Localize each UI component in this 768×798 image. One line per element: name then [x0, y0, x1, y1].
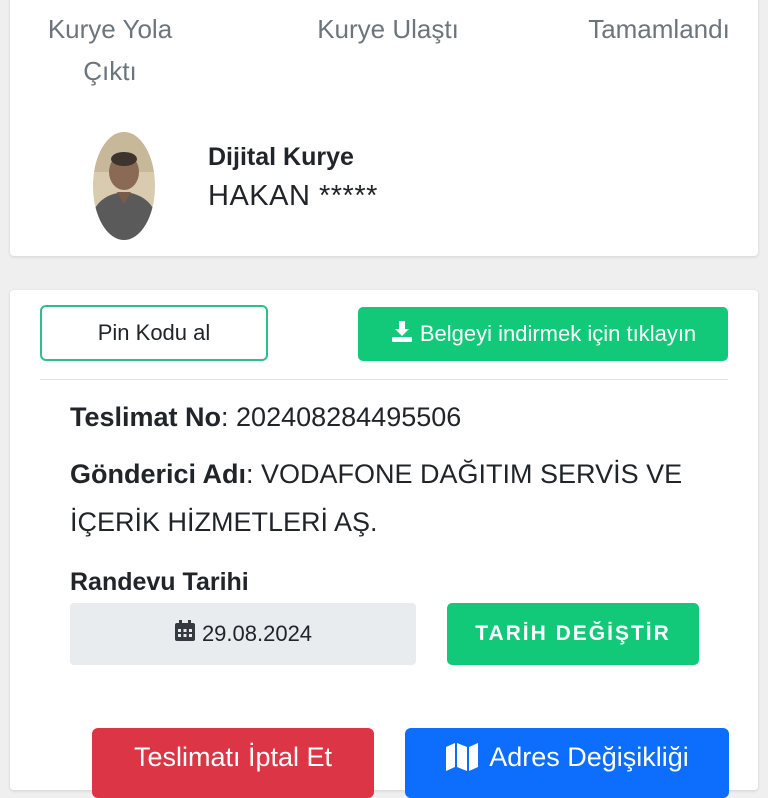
step-label-on-the-way: Kurye Yola Çıktı	[47, 14, 173, 86]
delivery-number-label: Teslimat No	[70, 402, 222, 432]
download-document-label: Belgeyi indirmek için tıklayın	[419, 321, 697, 346]
step-label-arrived: Kurye Ulaştı	[317, 14, 459, 44]
appointment-date-value: 29.08.2024	[201, 621, 313, 646]
courier-name: HAKAN *****	[208, 180, 378, 212]
change-date-label: TARİH DEĞİŞTİR	[475, 622, 671, 645]
status-card: Kurye Yola Çıktı Kurye Ulaştı Tamamlandı…	[10, 0, 758, 256]
courier-title: Dijital Kurye	[208, 143, 354, 171]
get-pin-label: Pin Kodu al	[97, 320, 211, 345]
cancel-delivery-label: Teslimatı İptal Et	[133, 742, 333, 772]
delivery-card: Pin Kodu al Belgeyi indirmek için tıklay…	[10, 290, 758, 798]
download-icon	[390, 319, 414, 349]
delivery-number-row: Teslimat No: 202408284495506	[70, 402, 461, 433]
calendar-icon	[174, 620, 196, 648]
download-document-button[interactable]: Belgeyi indirmek için tıklayın	[358, 307, 728, 361]
delivery-number-value: : 202408284495506	[221, 402, 462, 432]
courier-avatar	[93, 132, 155, 240]
map-icon	[445, 742, 479, 779]
address-change-label: Adres Değişikliği	[489, 742, 689, 772]
divider	[40, 379, 728, 380]
appointment-date-label: Randevu Tarihi	[70, 568, 249, 596]
get-pin-button[interactable]: Pin Kodu al	[40, 305, 268, 361]
change-date-button[interactable]: TARİH DEĞİŞTİR	[447, 603, 699, 665]
address-change-button[interactable]: Adres Değişikliği	[405, 728, 729, 798]
sender-label: Gönderici Adı	[70, 459, 247, 489]
appointment-date-field: 29.08.2024	[70, 603, 416, 665]
cancel-delivery-button[interactable]: Teslimatı İptal Et	[92, 728, 374, 798]
sender-row: Gönderici Adı: VODAFONE DAĞITIM SERVİS V…	[70, 450, 710, 546]
step-label-completed: Tamamlandı	[588, 14, 730, 44]
